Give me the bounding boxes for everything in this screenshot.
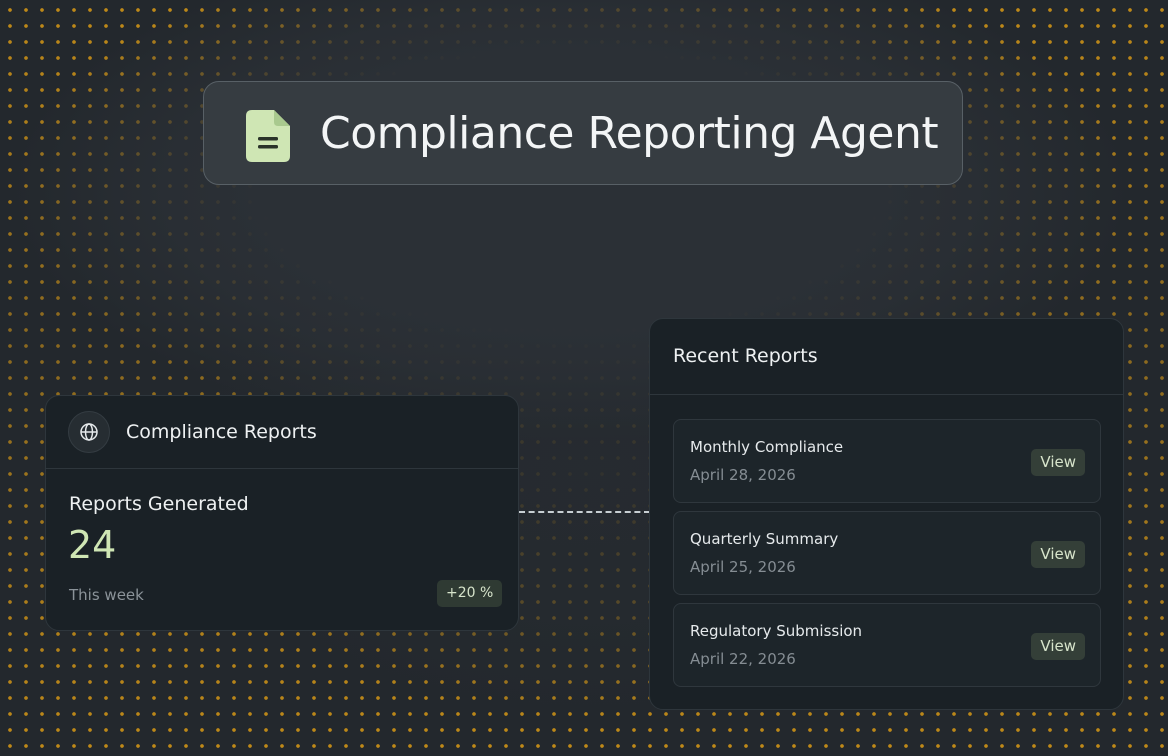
view-report-button[interactable]: View bbox=[1031, 541, 1085, 568]
view-report-button[interactable]: View bbox=[1031, 633, 1085, 660]
compliance-reports-card-header: Compliance Reports bbox=[46, 396, 518, 469]
compliance-reports-card: Compliance Reports Reports Generated 24 … bbox=[45, 395, 519, 631]
report-name: Quarterly Summary bbox=[690, 530, 839, 548]
report-item[interactable]: Monthly Compliance April 28, 2026 View bbox=[673, 419, 1101, 503]
metric-label: Reports Generated bbox=[69, 493, 249, 515]
report-item[interactable]: Regulatory Submission April 22, 2026 Vie… bbox=[673, 603, 1101, 687]
delta-badge: +20 % bbox=[437, 580, 503, 607]
globe-icon bbox=[68, 411, 110, 453]
report-date: April 28, 2026 bbox=[690, 466, 796, 484]
metric-value: 24 bbox=[68, 523, 117, 567]
document-icon bbox=[246, 110, 290, 162]
compliance-reports-title: Compliance Reports bbox=[126, 421, 317, 443]
report-date: April 25, 2026 bbox=[690, 558, 796, 576]
view-report-button[interactable]: View bbox=[1031, 449, 1085, 476]
metric-period: This week bbox=[69, 586, 144, 604]
recent-reports-title: Recent Reports bbox=[673, 345, 818, 367]
recent-reports-card: Recent Reports Monthly Compliance April … bbox=[649, 318, 1124, 710]
recent-reports-card-header: Recent Reports bbox=[650, 319, 1123, 395]
dashed-connector bbox=[519, 511, 650, 513]
page-title: Compliance Reporting Agent bbox=[320, 108, 939, 159]
report-item[interactable]: Quarterly Summary April 25, 2026 View bbox=[673, 511, 1101, 595]
report-name: Regulatory Submission bbox=[690, 622, 863, 640]
report-date: April 22, 2026 bbox=[690, 650, 796, 668]
agent-title-banner: Compliance Reporting Agent bbox=[203, 81, 963, 185]
report-name: Monthly Compliance bbox=[690, 438, 844, 456]
